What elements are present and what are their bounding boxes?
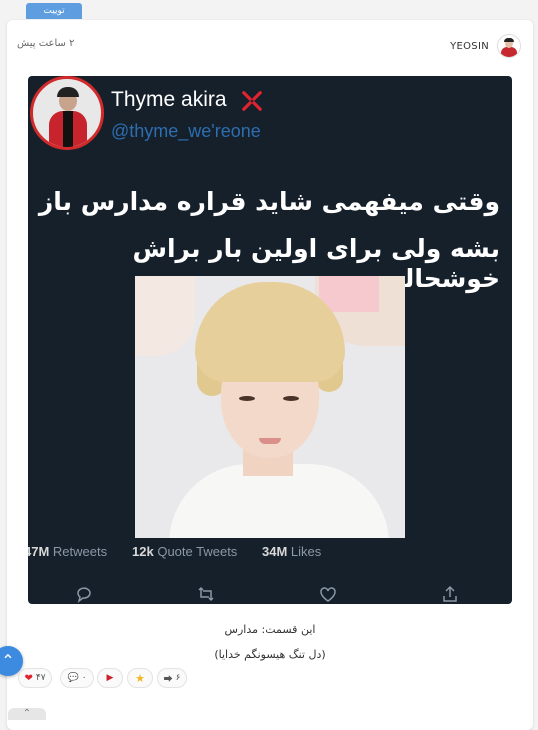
chevron-up-icon: ⌃ bbox=[22, 708, 32, 719]
anger-emoji-icon bbox=[242, 91, 262, 111]
tweet-caption-line1: وقتی میفهمی شاید قراره مدارس باز bbox=[38, 187, 500, 216]
like-button[interactable]: ❤ ۴۷ bbox=[18, 668, 52, 688]
bookmark-star-button[interactable]: ★ bbox=[127, 668, 153, 688]
heart-icon: ❤ bbox=[24, 672, 33, 684]
author-avatar[interactable] bbox=[497, 34, 521, 58]
flag-icon: ▶ bbox=[106, 673, 114, 683]
post-text-note: (دل تنگ هیسونگم خدایا) bbox=[214, 648, 326, 661]
post-type-tag[interactable]: توییت bbox=[26, 3, 82, 19]
tweet-display-name: Thyme akira bbox=[111, 88, 227, 111]
comment-bubble-icon: 💬 bbox=[67, 673, 79, 683]
tweet-photo bbox=[135, 276, 405, 538]
post-timestamp: ۲ ساعت پیش bbox=[17, 38, 75, 49]
post-author[interactable]: YEOSIN bbox=[450, 34, 521, 58]
share-icon bbox=[443, 585, 457, 602]
tweet-avatar bbox=[30, 76, 104, 150]
tweet-handle: @thyme_we'reone bbox=[111, 121, 261, 141]
heart-icon bbox=[320, 587, 336, 602]
retweet-icon bbox=[198, 586, 214, 602]
star-icon: ★ bbox=[135, 671, 145, 685]
tweet-screenshot-image: Thyme akira @thyme_we'reone وقتی میفهمی … bbox=[28, 76, 512, 604]
comment-count: ۰ bbox=[81, 673, 87, 683]
share-count: ۶ bbox=[175, 673, 181, 683]
post-text-episode: این قسمت: مدارس bbox=[224, 623, 316, 636]
bottom-expand-tab[interactable]: ⌃ bbox=[8, 708, 46, 720]
likes-stat: 34M Likes bbox=[262, 544, 322, 559]
chevron-up-icon: ⌃ bbox=[1, 651, 15, 670]
share-nodes-icon: ⮕ bbox=[163, 674, 173, 685]
comment-button[interactable]: 💬 ۰ bbox=[60, 668, 94, 688]
flag-button[interactable]: ▶ bbox=[97, 668, 123, 688]
comment-icon bbox=[77, 587, 91, 603]
author-name[interactable]: YEOSIN bbox=[450, 41, 489, 52]
share-button[interactable]: ⮕ ۶ bbox=[157, 668, 187, 688]
post-card: YEOSIN ۲ ساعت پیش Thyme akira @thyme_we'… bbox=[7, 20, 533, 730]
tweet-actions bbox=[28, 584, 512, 604]
quotes-stat: 12k Quote Tweets bbox=[132, 544, 238, 559]
like-count: ۴۷ bbox=[35, 673, 46, 683]
retweets-stat: 47M Retweets bbox=[28, 544, 108, 559]
